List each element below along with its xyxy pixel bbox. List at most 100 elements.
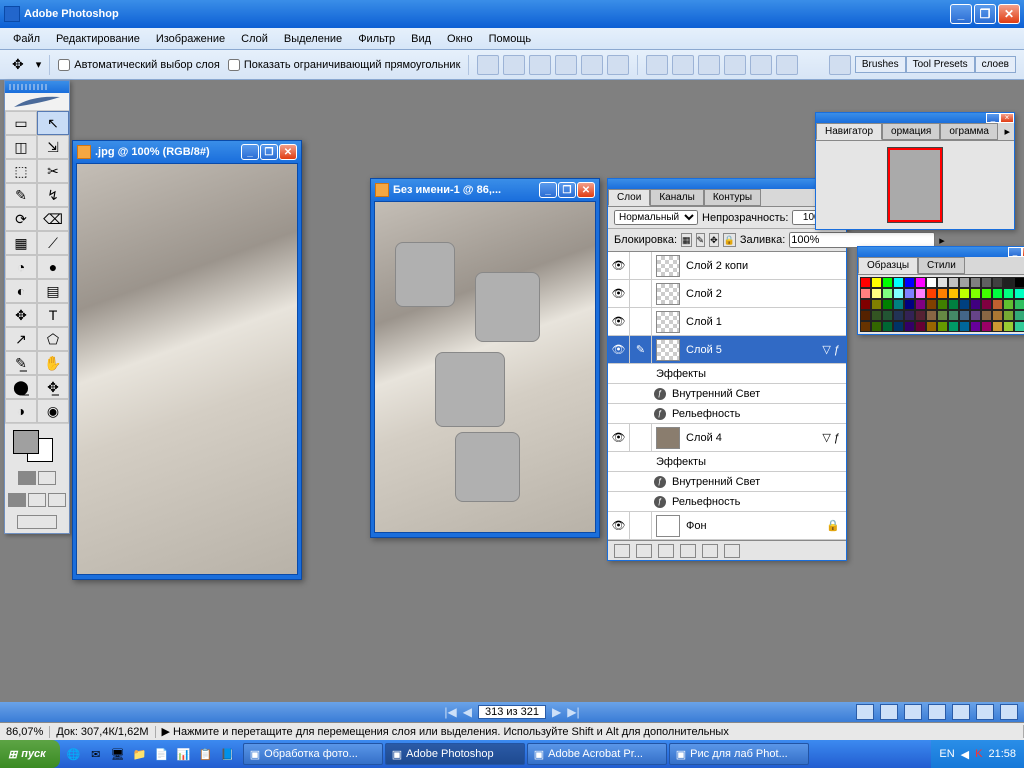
doc1-minimize-button[interactable]: _ [241, 144, 259, 160]
layer-row[interactable]: ƒВнутренний Свет [608, 472, 846, 492]
swatch-cell[interactable] [860, 277, 871, 288]
tool-button[interactable]: ● [37, 255, 69, 279]
swatches-panel[interactable]: _× Образцы Стили ▸ [857, 246, 1024, 335]
swatch-cell[interactable] [1014, 321, 1024, 332]
menu-window[interactable]: Окно [442, 31, 478, 47]
swatch-cell[interactable] [926, 310, 937, 321]
system-tray[interactable]: EN ◀ K 21:58 [931, 740, 1024, 768]
swatch-cell[interactable] [860, 310, 871, 321]
distribute-button[interactable] [672, 55, 694, 75]
quicklaunch-icon[interactable]: 📘 [218, 744, 238, 764]
swatch-cell[interactable] [937, 321, 948, 332]
doc1-titlebar[interactable]: .jpg @ 100% (RGB/8#) _ ❐ ✕ [73, 141, 301, 163]
tool-button[interactable]: ▦ [5, 231, 37, 255]
layer-row[interactable]: ƒРельефность [608, 404, 846, 424]
layer-name[interactable]: Фон [684, 520, 826, 532]
tab-paths[interactable]: Контуры [704, 189, 761, 206]
doc2-minimize-button[interactable]: _ [539, 182, 557, 198]
tray-icon[interactable]: ◀ [961, 748, 969, 761]
tool-button[interactable]: ✥̲ [37, 375, 69, 399]
layer-name[interactable]: Слой 2 [684, 288, 846, 300]
swatch-cell[interactable] [959, 288, 970, 299]
fx-indicator[interactable]: ▽ ƒ [822, 343, 840, 356]
distribute-button[interactable] [724, 55, 746, 75]
swatch-cell[interactable] [981, 277, 992, 288]
swatch-cell[interactable] [926, 277, 937, 288]
swatch-cell[interactable] [926, 299, 937, 310]
layer-name[interactable]: Слой 5 [684, 344, 822, 356]
menu-edit[interactable]: Редактирование [51, 31, 145, 47]
window-maximize-button[interactable]: ❐ [974, 4, 996, 24]
navigator-panel-head[interactable]: _× [816, 113, 1014, 123]
menu-file[interactable]: Файл [8, 31, 45, 47]
menu-layer[interactable]: Слой [236, 31, 273, 47]
show-bounds-checkbox[interactable]: Показать ограничивающий прямоугольник [228, 59, 461, 71]
pager-tool-button[interactable] [976, 704, 994, 720]
swatch-cell[interactable] [992, 277, 1003, 288]
lock-paint-icon[interactable]: ✎ [696, 233, 706, 247]
quicklaunch-icon[interactable]: ✉ [86, 744, 106, 764]
tool-button[interactable]: ◑ [5, 399, 37, 423]
swatch-cell[interactable] [970, 321, 981, 332]
swatch-cell[interactable] [915, 310, 926, 321]
link-toggle[interactable] [630, 252, 652, 279]
swatch-cell[interactable] [948, 299, 959, 310]
swatch-cell[interactable] [970, 277, 981, 288]
tray-icon[interactable]: K [975, 748, 982, 760]
pager-tool-button[interactable] [952, 704, 970, 720]
link-toggle[interactable] [630, 424, 652, 451]
align-button[interactable] [477, 55, 499, 75]
layer-thumbnail[interactable] [656, 283, 680, 305]
swatch-cell[interactable] [882, 299, 893, 310]
tool-button[interactable]: ⟋ [37, 231, 69, 255]
visibility-toggle[interactable]: 👁 [608, 280, 630, 307]
taskbar-button[interactable]: ▣Обработка фото... [243, 743, 383, 765]
palette-well-icon[interactable] [829, 55, 851, 75]
tab-info[interactable]: ормация [882, 123, 940, 140]
swatch-cell[interactable] [948, 310, 959, 321]
zoom-level[interactable]: 86,07% [0, 726, 50, 738]
swatch-cell[interactable] [1003, 277, 1014, 288]
layer-row[interactable]: 👁Фон🔒 [608, 512, 846, 540]
swatch-cell[interactable] [893, 321, 904, 332]
swatch-cell[interactable] [860, 299, 871, 310]
menu-image[interactable]: Изображение [151, 31, 230, 47]
distribute-button[interactable] [776, 55, 798, 75]
swatch-cell[interactable] [871, 310, 882, 321]
swatch-cell[interactable] [959, 277, 970, 288]
layers-panel-head[interactable]: _× [608, 179, 846, 189]
taskbar-button[interactable]: ▣Adobe Acrobat Pr... [527, 743, 667, 765]
tool-button[interactable]: ⬤̲ [5, 375, 37, 399]
screen-mode-button[interactable] [48, 493, 66, 507]
swatch-cell[interactable] [915, 288, 926, 299]
swatch-cell[interactable] [915, 277, 926, 288]
well-tab-presets[interactable]: Tool Presets [906, 56, 975, 73]
link-toggle[interactable] [630, 280, 652, 307]
menu-help[interactable]: Помощь [484, 31, 537, 47]
pager-next-button[interactable]: ▶ [552, 705, 561, 719]
swatch-cell[interactable] [871, 277, 882, 288]
fill-flyout-icon[interactable]: ▸ [939, 234, 945, 247]
doc-size[interactable]: Док: 307,4К/1,62М [50, 726, 155, 738]
layer-mask-button[interactable] [636, 544, 652, 558]
color-swatch-area[interactable] [5, 423, 69, 467]
doc1-canvas[interactable] [76, 163, 298, 575]
layer-thumbnail[interactable] [656, 515, 680, 537]
swatch-cell[interactable] [981, 321, 992, 332]
tool-button[interactable]: T [37, 303, 69, 327]
tool-button[interactable]: ◫ [5, 135, 37, 159]
swatch-cell[interactable] [904, 321, 915, 332]
pager-tool-button[interactable] [880, 704, 898, 720]
window-minimize-button[interactable]: _ [950, 4, 972, 24]
swatch-cell[interactable] [948, 288, 959, 299]
swatch-cell[interactable] [937, 288, 948, 299]
swatch-grid[interactable] [858, 275, 1024, 334]
swatch-cell[interactable] [860, 288, 871, 299]
swatch-cell[interactable] [1014, 277, 1024, 288]
distribute-button[interactable] [698, 55, 720, 75]
swatch-cell[interactable] [981, 299, 992, 310]
doc1-maximize-button[interactable]: ❐ [260, 144, 278, 160]
swatch-cell[interactable] [1003, 321, 1014, 332]
tool-button[interactable]: ✋ [37, 351, 69, 375]
window-close-button[interactable]: ✕ [998, 4, 1020, 24]
